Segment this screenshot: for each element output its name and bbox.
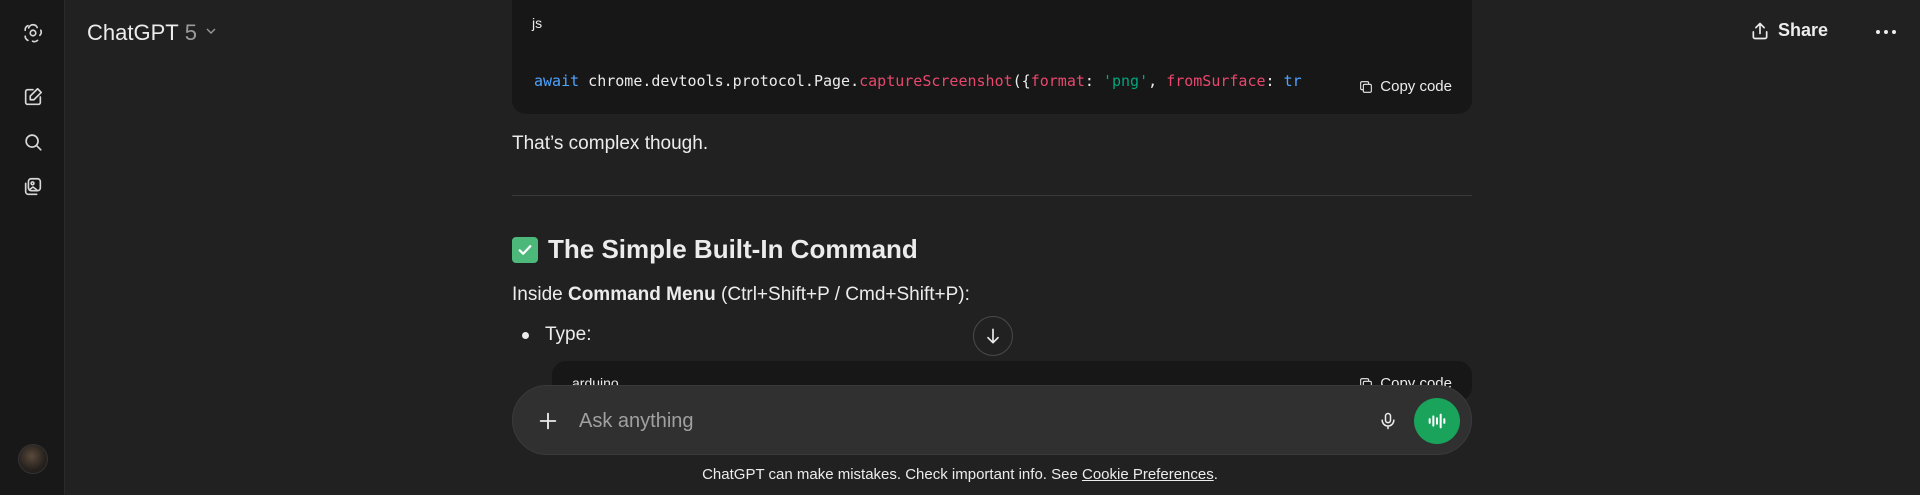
- code-token: :: [1265, 72, 1284, 90]
- copy-code-button[interactable]: Copy code: [1350, 78, 1452, 95]
- code-token: fromSurface: [1166, 72, 1266, 90]
- list-item-text: Type:: [545, 324, 592, 345]
- code-language: js: [532, 15, 543, 31]
- composer: [512, 385, 1472, 455]
- disclaimer-text: ChatGPT can make mistakes. Check importa…: [702, 466, 1082, 483]
- para2-suffix: (Ctrl+Shift+P / Cmd+Shift+P):: [715, 284, 970, 305]
- copy-icon: [1360, 80, 1373, 93]
- share-icon: [1752, 22, 1768, 39]
- message-paragraph: That’s complex though.: [512, 133, 709, 154]
- code-token: chrome.devtools.protocol.Page.: [579, 72, 860, 90]
- code-token: await: [534, 72, 580, 90]
- add-attachment-button[interactable]: [533, 406, 563, 436]
- search-icon[interactable]: [20, 129, 46, 155]
- section-heading: The Simple Built-In Command: [512, 234, 918, 265]
- more-options-button[interactable]: [1874, 22, 1898, 42]
- para2-bold: Command Menu: [567, 284, 716, 305]
- message-paragraph-2: Inside Command Menu (Ctrl+Shift+P / Cmd+…: [512, 284, 970, 306]
- code-token: :: [1084, 72, 1103, 90]
- scroll-to-bottom-button[interactable]: [973, 316, 1013, 356]
- check-mark-icon: [512, 236, 538, 263]
- arrow-down-icon: [987, 328, 999, 344]
- share-label: Share: [1777, 20, 1828, 40]
- list-item: Type:: [522, 324, 591, 346]
- code-token: format: [1030, 72, 1085, 90]
- voice-mode-button[interactable]: [1414, 398, 1460, 444]
- disclaimer-suffix: .: [1213, 466, 1218, 483]
- bullet-dot: [522, 331, 529, 339]
- cookie-preferences-link[interactable]: Cookie Preferences: [1082, 466, 1214, 483]
- chevron-down-icon: [203, 23, 219, 44]
- model-picker[interactable]: ChatGPT 5: [87, 20, 219, 46]
- model-version: 5: [184, 20, 197, 45]
- microphone-icon: [1381, 412, 1395, 430]
- sidebar: [0, 0, 65, 495]
- openai-logo-icon[interactable]: [20, 20, 46, 46]
- divider: [512, 195, 1472, 196]
- heading-text: The Simple Built-In Command: [548, 234, 918, 264]
- new-chat-icon[interactable]: [20, 84, 46, 110]
- voice-waveform-icon: [1428, 413, 1446, 429]
- copy-code-label: Copy code: [1380, 78, 1452, 95]
- code-line: await chrome.devtools.protocol.Page.capt…: [534, 72, 1354, 90]
- code-token: tr: [1283, 72, 1302, 90]
- code-token: ,: [1148, 72, 1167, 90]
- disclaimer: ChatGPT can make mistakes. Check importa…: [0, 466, 1920, 483]
- app-title: ChatGPT: [87, 20, 179, 45]
- share-button[interactable]: Share: [1750, 20, 1828, 41]
- prompt-input[interactable]: [579, 406, 1279, 436]
- code-token: 'png': [1102, 72, 1149, 90]
- code-token: captureScreenshot: [859, 72, 1013, 90]
- library-icon[interactable]: [20, 174, 46, 200]
- code-block: js await chrome.devtools.protocol.Page.c…: [512, 0, 1472, 114]
- plus-icon: [539, 412, 557, 430]
- code-token: ({: [1012, 72, 1031, 90]
- dictate-button[interactable]: [1375, 408, 1401, 434]
- para2-prefix: Inside: [512, 284, 568, 305]
